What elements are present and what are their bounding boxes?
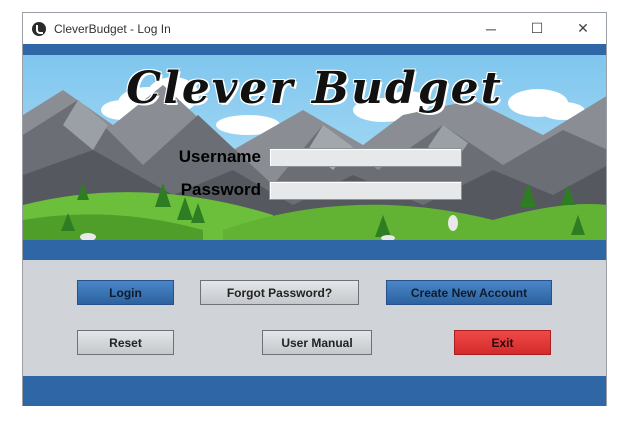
create-account-button[interactable]: Create New Account <box>386 280 552 305</box>
banner: Clever Budget Username Password <box>23 55 606 240</box>
username-input[interactable] <box>269 148 462 167</box>
login-window: CleverBudget - Log In ─ ☐ ✕ Clever Budge… <box>22 12 607 406</box>
title-bar[interactable]: CleverBudget - Log In ─ ☐ ✕ <box>23 13 606 44</box>
close-icon[interactable]: ✕ <box>560 13 606 44</box>
middle-accent-band <box>23 240 606 260</box>
exit-button[interactable]: Exit <box>454 330 551 355</box>
maximize-icon[interactable]: ☐ <box>514 13 560 44</box>
login-button[interactable]: Login <box>77 280 174 305</box>
bottom-accent-band <box>23 376 606 406</box>
password-input[interactable] <box>269 181 462 200</box>
forgot-password-button[interactable]: Forgot Password? <box>200 280 359 305</box>
app-logo-text: Clever Budget <box>126 63 503 114</box>
reset-button[interactable]: Reset <box>77 330 174 355</box>
user-manual-button[interactable]: User Manual <box>262 330 372 355</box>
window-title: CleverBudget - Log In <box>54 21 171 36</box>
password-label: Password <box>180 180 261 199</box>
username-label: Username <box>178 147 261 166</box>
app-icon <box>32 21 46 36</box>
minimize-icon[interactable]: ─ <box>468 13 514 44</box>
top-accent-band <box>23 44 606 55</box>
